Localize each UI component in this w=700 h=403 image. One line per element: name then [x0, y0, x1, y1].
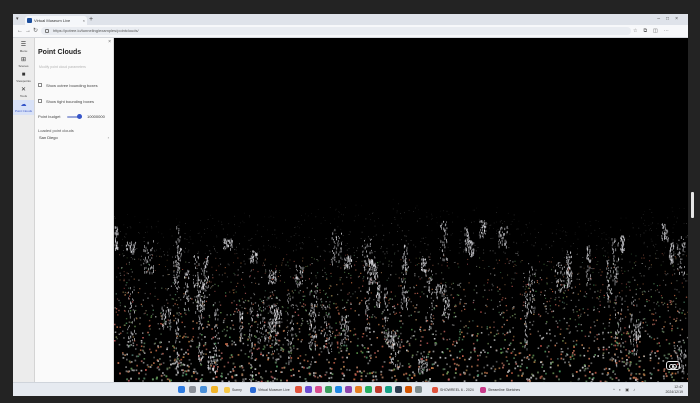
cloud-icon: ☁	[20, 102, 27, 108]
app-icon[interactable]	[365, 386, 372, 393]
chevron-right-icon: ›	[107, 135, 109, 140]
tight-boxes-checkbox[interactable]	[38, 99, 42, 103]
app-icon[interactable]	[405, 386, 412, 393]
point-cloud-viewport[interactable]	[114, 38, 688, 382]
forward-icon[interactable]: →	[25, 26, 31, 36]
panel-hint: Modify point cloud parameters	[39, 65, 86, 69]
point-budget-row: Point budget 10000000	[38, 113, 113, 121]
taskbar-app-label: SHOWREEL 6 - 2024	[440, 388, 474, 392]
rail-label: Viewpoints	[16, 79, 31, 83]
vr-headset-icon[interactable]	[666, 361, 680, 370]
point-cloud-render[interactable]	[114, 38, 688, 382]
tab-title: Virtual Museum Live	[34, 18, 71, 23]
rail-item-tools[interactable]: ✕ Tools	[13, 85, 34, 100]
sidebar-rail: ☰ Menu ⊞ Scenes ■ Viewpoints ✕ Tools ☁ P…	[13, 38, 35, 382]
octree-boxes-toggle[interactable]: Show octree bounding boxes	[38, 82, 113, 89]
octree-boxes-checkbox[interactable]	[38, 83, 42, 87]
app-icon[interactable]	[295, 386, 302, 393]
explorer-icon[interactable]	[211, 386, 218, 393]
app-icon[interactable]	[345, 386, 352, 393]
app-icon[interactable]	[375, 386, 382, 393]
taskbar-app-sketches[interactable]: Streamline Sketches	[479, 385, 520, 395]
tight-boxes-label: Show tight bounding boxes	[46, 99, 95, 104]
taskbar-app-label: Streamline Sketches	[488, 388, 521, 392]
browser-tab[interactable]: Virtual Museum Live ×	[25, 16, 87, 25]
app-icon[interactable]	[355, 386, 362, 393]
browser-tab-bar: ▾ Virtual Museum Live × + –□×	[13, 14, 688, 25]
new-tab-button[interactable]: +	[89, 15, 93, 24]
browser-icon	[250, 387, 256, 393]
point-budget-value: 10000000	[87, 114, 105, 119]
rail-item-viewpoints[interactable]: ■ Viewpoints	[13, 70, 34, 85]
tab-close-icon[interactable]: ×	[83, 16, 85, 25]
hamburger-icon: ☰	[20, 42, 27, 48]
app-icon	[432, 387, 438, 393]
app-icon[interactable]	[325, 386, 332, 393]
tab-menu-icon[interactable]: ▾	[16, 15, 19, 24]
scene-icon: ⊞	[20, 57, 27, 63]
app-icon	[480, 387, 486, 393]
screen: ▾ Virtual Museum Live × + –□× ← → ↻ http…	[13, 14, 688, 396]
close-icon[interactable]: ×	[108, 39, 111, 45]
point-cloud-item[interactable]: San Diego ›	[37, 134, 111, 141]
browser-toolbar: ← → ↻ https://potree.io/tunneling/exampl…	[13, 25, 688, 38]
weather-label: Sunny	[232, 388, 242, 392]
taskbar-clock[interactable]: 12:47 2024/12/19	[665, 385, 683, 395]
tools-icon: ✕	[20, 87, 27, 93]
rail-item-menu[interactable]: ☰ Menu	[13, 40, 34, 55]
reload-icon[interactable]: ↻	[33, 26, 38, 36]
os-taskbar: Sunny Virtual Museum Live SHOWREEL 6 - 2…	[13, 382, 688, 396]
side-scrollbar[interactable]	[691, 192, 694, 218]
url-text: https://potree.io/tunneling/examples/poi…	[53, 28, 139, 33]
potree-app: ☰ Menu ⊞ Scenes ■ Viewpoints ✕ Tools ☁ P…	[13, 38, 688, 382]
rail-label: Menu	[19, 49, 28, 53]
rail-item-scenes[interactable]: ⊞ Scenes	[13, 55, 34, 70]
taskbar-app-label: Virtual Museum Live	[258, 388, 290, 392]
taskbar-app-showreel[interactable]: SHOWREEL 6 - 2024	[431, 385, 474, 395]
lock-icon	[45, 29, 49, 33]
point-clouds-panel: × Point Clouds Modify point cloud parame…	[35, 38, 114, 382]
rail-label: Point Clouds	[14, 109, 32, 113]
app-icon[interactable]	[335, 386, 342, 393]
app-icon[interactable]	[385, 386, 392, 393]
weather-icon	[224, 387, 230, 393]
app-icon[interactable]	[415, 386, 422, 393]
rail-label: Scenes	[18, 64, 29, 68]
rail-label: Tools	[19, 94, 27, 98]
taskbar-app-museum[interactable]: Virtual Museum Live	[249, 385, 290, 395]
point-cloud-name: San Diego	[39, 135, 58, 140]
camera-icon: ■	[21, 72, 26, 78]
point-budget-label: Point budget	[38, 114, 61, 119]
tight-boxes-toggle[interactable]: Show tight bounding boxes	[38, 98, 113, 105]
loaded-point-clouds-heading: Loaded point clouds	[38, 128, 74, 133]
rail-item-point-clouds[interactable]: ☁ Point Clouds	[13, 100, 34, 115]
browser-toolbar-icons[interactable]: ☆⧉◫⋯	[633, 26, 675, 36]
back-icon[interactable]: ←	[17, 26, 23, 36]
point-budget-slider-knob[interactable]	[76, 114, 82, 119]
address-bar[interactable]: https://potree.io/tunneling/examples/poi…	[41, 27, 631, 35]
start-icon[interactable]	[178, 386, 185, 393]
taskbar-weather[interactable]: Sunny	[223, 385, 242, 395]
app-icon[interactable]	[315, 386, 322, 393]
search-icon[interactable]	[189, 386, 196, 393]
panel-title: Point Clouds	[38, 49, 82, 56]
widgets-icon[interactable]	[200, 386, 207, 393]
favicon-icon	[27, 18, 32, 23]
clock-date: 2024/12/19	[665, 390, 683, 394]
window-controls[interactable]: –□×	[657, 15, 684, 24]
app-icon[interactable]	[395, 386, 402, 393]
app-icon[interactable]	[305, 386, 312, 393]
system-tray[interactable]: ^◐▣♪	[613, 385, 639, 395]
octree-boxes-label: Show octree bounding boxes	[46, 83, 98, 88]
